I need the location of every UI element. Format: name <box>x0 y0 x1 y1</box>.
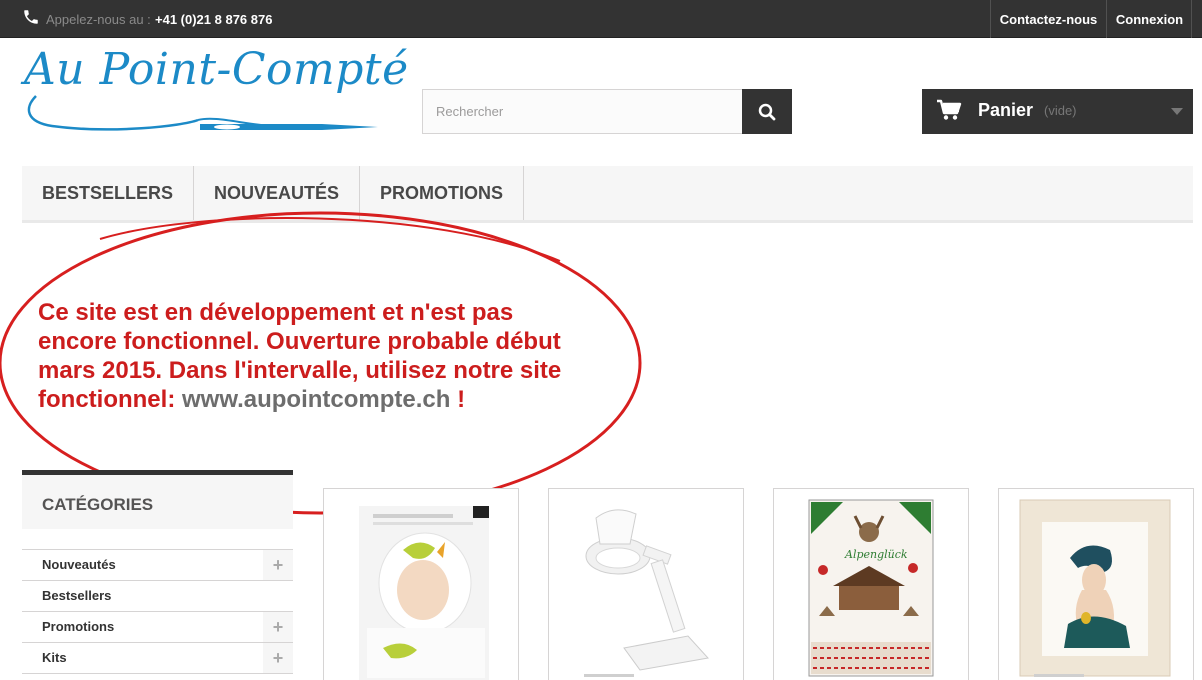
categories-list: Nouveautés + Bestsellers Promotions + Ki… <box>22 549 293 674</box>
notice-link[interactable]: www.aupointcompte.ch <box>182 386 450 413</box>
category-item-bestsellers[interactable]: Bestsellers <box>22 581 293 612</box>
product-image <box>1019 499 1171 677</box>
top-bar: Appelez-nous au : +41 (0)21 8 876 876 Co… <box>0 0 1202 38</box>
product-card[interactable]: Alpenglück <box>773 488 969 680</box>
cart-label: Panier <box>978 100 1034 120</box>
development-notice: Ce site est en développement et n'est pa… <box>38 298 598 414</box>
product-image <box>359 506 489 680</box>
cart-button[interactable]: Panier (vide) <box>922 89 1193 134</box>
category-item-promotions[interactable]: Promotions + <box>22 612 293 643</box>
product-image: Alpenglück <box>808 499 934 677</box>
product-card[interactable] <box>548 488 744 680</box>
notice-end: ! <box>450 386 466 413</box>
search-input[interactable]: Rechercher <box>422 89 743 134</box>
logo-text: Au Point-Compté <box>24 44 409 95</box>
svg-text:Alpenglück: Alpenglück <box>844 548 908 561</box>
cart-icon <box>937 99 962 120</box>
product-card[interactable] <box>323 488 519 680</box>
category-label: Promotions <box>42 619 115 634</box>
contact-link[interactable]: Contactez-nous <box>990 0 1107 38</box>
category-label: Kits <box>42 650 67 665</box>
phone-number: +41 (0)21 8 876 876 <box>155 12 273 27</box>
categories-block: CATÉGORIES Nouveautés + Bestsellers Prom… <box>22 470 293 674</box>
product-image <box>584 509 709 677</box>
category-label: Bestsellers <box>42 588 112 603</box>
phone-icon <box>24 10 38 24</box>
plus-icon[interactable]: + <box>263 612 293 642</box>
category-item-nouveautes[interactable]: Nouveautés + <box>22 550 293 581</box>
product-card[interactable] <box>998 488 1194 680</box>
plus-icon[interactable]: + <box>263 643 293 673</box>
chevron-down-icon[interactable] <box>1171 108 1183 115</box>
category-label: Nouveautés <box>42 557 116 572</box>
plus-icon[interactable]: + <box>263 550 293 580</box>
category-item-kits[interactable]: Kits + <box>22 643 293 674</box>
call-us-label: Appelez-nous au : <box>46 12 151 27</box>
login-link[interactable]: Connexion <box>1108 0 1192 38</box>
categories-title: CATÉGORIES <box>22 470 293 529</box>
cart-status: (vide) <box>1044 103 1077 118</box>
search-icon <box>758 103 776 120</box>
search-button[interactable] <box>742 89 792 134</box>
